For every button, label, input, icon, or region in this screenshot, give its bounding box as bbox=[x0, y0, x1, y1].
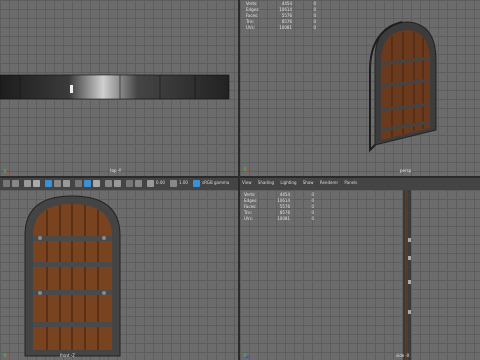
wireframe-icon[interactable] bbox=[75, 180, 82, 187]
exposure-field[interactable]: 0.00 bbox=[156, 180, 165, 185]
viewport-label-front: front -Z bbox=[60, 353, 75, 358]
menu-show[interactable]: Show bbox=[303, 180, 314, 185]
exposure-icon[interactable] bbox=[147, 180, 154, 187]
axis-gizmo-icon bbox=[4, 353, 9, 358]
axis-gizmo-icon bbox=[244, 167, 249, 172]
menu-renderer[interactable]: Renderer bbox=[320, 180, 338, 185]
xray-icon[interactable] bbox=[135, 180, 142, 187]
gamma-icon[interactable] bbox=[170, 180, 177, 187]
viewport-front[interactable]: front -Z bbox=[0, 190, 238, 360]
resolution-gate-icon[interactable] bbox=[63, 180, 70, 187]
viewport-label-top: top -Y bbox=[110, 168, 122, 173]
viewport-divider[interactable] bbox=[238, 0, 240, 360]
viewport-side[interactable]: Verts: 4454 0 Edges: 10614 0 Faces: 5576 0 Tri… bbox=[240, 190, 480, 360]
viewport-label-persp: persp bbox=[400, 168, 412, 173]
viewport-persp[interactable]: Verts: 4454 0 Edges: 10614 0 Faces: 5576 0 Tri… bbox=[240, 0, 480, 176]
side-view-door-mesh bbox=[403, 190, 411, 360]
gamma-field[interactable]: 1.00 bbox=[179, 180, 188, 185]
colorspace-dropdown[interactable]: sRGB gamma bbox=[202, 180, 229, 185]
top-view-door-mesh bbox=[0, 74, 230, 100]
menu-lighting[interactable]: Lighting bbox=[280, 180, 296, 185]
axis-gizmo-icon bbox=[244, 353, 249, 358]
axis-gizmo-icon bbox=[4, 169, 9, 174]
color-management-icon[interactable] bbox=[193, 180, 200, 187]
bookmarks-icon[interactable] bbox=[24, 180, 31, 187]
viewport-top[interactable]: top -Y bbox=[0, 0, 238, 176]
menu-panels[interactable]: Panels bbox=[344, 180, 357, 185]
isolate-select-icon[interactable] bbox=[126, 180, 133, 187]
front-view-door-mesh bbox=[24, 195, 121, 357]
menu-view[interactable]: View bbox=[242, 180, 252, 185]
lighting-icon[interactable] bbox=[105, 180, 112, 187]
camera-attributes-icon[interactable] bbox=[12, 180, 19, 187]
grid-toggle-icon[interactable] bbox=[45, 180, 52, 187]
select-camera-icon[interactable] bbox=[3, 180, 10, 187]
shadows-icon[interactable] bbox=[114, 180, 121, 187]
textured-icon[interactable] bbox=[93, 180, 100, 187]
image-plane-icon[interactable] bbox=[33, 180, 40, 187]
smooth-shade-icon[interactable] bbox=[84, 180, 91, 187]
film-gate-icon[interactable] bbox=[54, 180, 61, 187]
menu-shading[interactable]: Shading bbox=[258, 180, 274, 185]
viewport-label-side: side -X bbox=[396, 353, 410, 358]
persp-door-mesh bbox=[369, 21, 437, 153]
